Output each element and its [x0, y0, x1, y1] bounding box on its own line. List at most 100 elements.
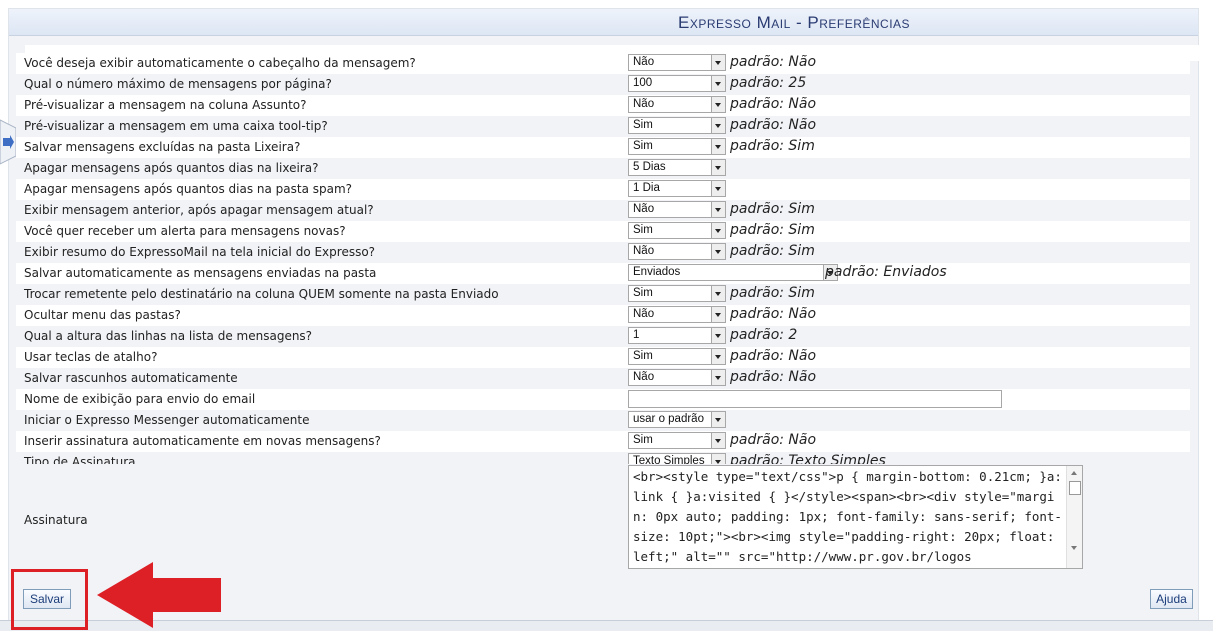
preference-select[interactable]: Não [628, 369, 726, 386]
default-value-hint: padrão: Não [730, 306, 817, 322]
default-value-hint: padrão: Não [730, 54, 817, 70]
select-value: 100 [633, 77, 653, 89]
select-value: Sim [633, 140, 653, 152]
default-value-hint: padrão: Sim [730, 201, 815, 217]
display-name-input[interactable] [628, 390, 1002, 408]
preference-question: Salvar mensagens excluídas na pasta Lixe… [24, 140, 301, 154]
preference-select[interactable]: Sim [628, 222, 726, 239]
select-value: 5 Dias [633, 161, 666, 173]
chevron-down-icon[interactable] [711, 307, 725, 322]
chevron-down-icon[interactable] [711, 160, 725, 175]
preference-row: Iniciar o Expresso Messenger automaticam… [16, 410, 1190, 431]
preference-row: Você quer receber um alerta para mensage… [16, 221, 1190, 242]
preference-select[interactable]: Não [628, 306, 726, 323]
preference-question: Inserir assinatura automaticamente em no… [24, 434, 381, 448]
select-value: 1 [633, 329, 640, 341]
chevron-down-icon[interactable] [711, 349, 725, 364]
chevron-down-icon[interactable] [711, 244, 725, 259]
preference-select[interactable]: Sim [628, 348, 726, 365]
preference-select[interactable]: Não [628, 201, 726, 218]
scroll-up-icon[interactable] [1071, 471, 1077, 475]
preference-select[interactable]: Sim [628, 432, 726, 449]
chevron-down-icon[interactable] [711, 139, 725, 154]
preference-select[interactable]: Não [628, 243, 726, 260]
preference-select[interactable]: 100 [628, 75, 726, 92]
preference-row: Trocar remetente pelo destinatário na co… [16, 284, 1190, 305]
preference-select[interactable]: 1 [628, 327, 726, 344]
select-value: Enviados [633, 266, 681, 278]
preference-question: Trocar remetente pelo destinatário na co… [24, 287, 499, 301]
chevron-down-icon[interactable] [711, 181, 725, 196]
preference-question: Nome de exibição para envio do email [24, 392, 256, 406]
title-bar: Expresso Mail - Preferências [9, 9, 1198, 36]
preference-row: Ocultar menu das pastas? Não padrão: Não [16, 305, 1190, 326]
default-value-hint: padrão: Não [730, 432, 817, 448]
chevron-down-icon[interactable] [711, 97, 725, 112]
preference-question: Ocultar menu das pastas? [24, 308, 181, 322]
save-highlight-box [11, 569, 88, 630]
scroll-thumb[interactable] [1069, 481, 1081, 495]
preference-select[interactable]: Não [628, 54, 726, 71]
preference-question: Exibir mensagem anterior, após apagar me… [24, 203, 374, 217]
preference-select[interactable]: usar o padrão [628, 411, 726, 428]
chevron-down-icon[interactable] [711, 76, 725, 91]
preference-select[interactable]: Não [628, 96, 726, 113]
select-value: Não [633, 308, 655, 320]
preference-select[interactable]: Sim [628, 285, 726, 302]
preference-row: Você deseja exibir automaticamente o cab… [16, 53, 1190, 74]
default-value-hint: padrão: Sim [730, 285, 815, 301]
scroll-down-icon[interactable] [1071, 546, 1077, 550]
chevron-down-icon[interactable] [711, 370, 725, 385]
default-value-hint: padrão: Não [730, 369, 817, 385]
preference-question: Qual a altura das linhas na lista de men… [24, 329, 313, 343]
select-value: Não [633, 371, 655, 383]
signature-scrollbar[interactable] [1066, 466, 1082, 568]
chevron-down-icon[interactable] [711, 412, 725, 427]
default-value-hint: padrão: Enviados [825, 264, 947, 280]
preference-row: Salvar automaticamente as mensagens envi… [16, 263, 1190, 284]
preference-question: Pré-visualizar a mensagem na coluna Assu… [24, 98, 307, 112]
preference-question: Usar teclas de atalho? [24, 350, 158, 364]
preference-question: Pré-visualizar a mensagem em uma caixa t… [24, 119, 328, 133]
chevron-down-icon[interactable] [711, 223, 725, 238]
default-value-hint: padrão: Não [730, 117, 817, 133]
select-value: usar o padrão [633, 413, 704, 425]
select-value: Sim [633, 224, 653, 236]
preference-select[interactable]: Sim [628, 138, 726, 155]
preference-question: Você quer receber um alerta para mensage… [24, 224, 346, 238]
preference-select[interactable]: 5 Dias [628, 159, 726, 176]
preference-row: Apagar mensagens após quantos dias na li… [16, 158, 1190, 179]
preference-row: Salvar rascunhos automaticamente Não padrã… [16, 368, 1190, 389]
preference-row: Pré-visualizar a mensagem na coluna Assu… [16, 95, 1190, 116]
chevron-down-icon[interactable] [711, 55, 725, 70]
preference-question: Apagar mensagens após quantos dias na li… [24, 161, 319, 175]
default-value-hint: padrão: Não [730, 96, 817, 112]
select-value: Sim [633, 287, 653, 299]
preference-row: Apagar mensagens após quantos dias na pa… [16, 179, 1190, 200]
default-value-hint: padrão: Sim [730, 138, 815, 154]
default-value-hint: padrão: Sim [730, 243, 815, 259]
chevron-down-icon[interactable] [711, 118, 725, 133]
help-button[interactable]: Ajuda [1150, 589, 1193, 609]
preference-select[interactable]: 1 Dia [628, 180, 726, 197]
chevron-down-icon[interactable] [711, 433, 725, 448]
select-value: Sim [633, 434, 653, 446]
preference-select[interactable]: Enviados [628, 264, 838, 281]
preference-row: Inserir assinatura automaticamente em no… [16, 431, 1190, 452]
signature-label: Assinatura [24, 513, 88, 527]
preference-row: Nome de exibição para envio do email [16, 389, 1190, 410]
signature-content: <br><style type="text/css">p { margin-bo… [633, 469, 1062, 564]
default-value-hint: padrão: 25 [730, 75, 807, 91]
preference-question: Apagar mensagens após quantos dias na pa… [24, 182, 353, 196]
chevron-down-icon[interactable] [711, 286, 725, 301]
select-value: Não [633, 56, 655, 68]
select-value: 1 Dia [633, 182, 660, 194]
preference-select[interactable]: Sim [628, 117, 726, 134]
chevron-down-icon[interactable] [711, 328, 725, 343]
preference-row: Salvar mensagens excluídas na pasta Lixe… [16, 137, 1190, 158]
signature-textarea[interactable]: <br><style type="text/css">p { margin-bo… [628, 465, 1083, 569]
preference-question: Qual o número máximo de mensagens por pá… [24, 77, 332, 91]
preference-row: Exibir resumo do ExpressoMail na tela in… [16, 242, 1190, 263]
chevron-down-icon[interactable] [711, 202, 725, 217]
preference-question: Salvar automaticamente as mensagens envi… [24, 266, 377, 280]
